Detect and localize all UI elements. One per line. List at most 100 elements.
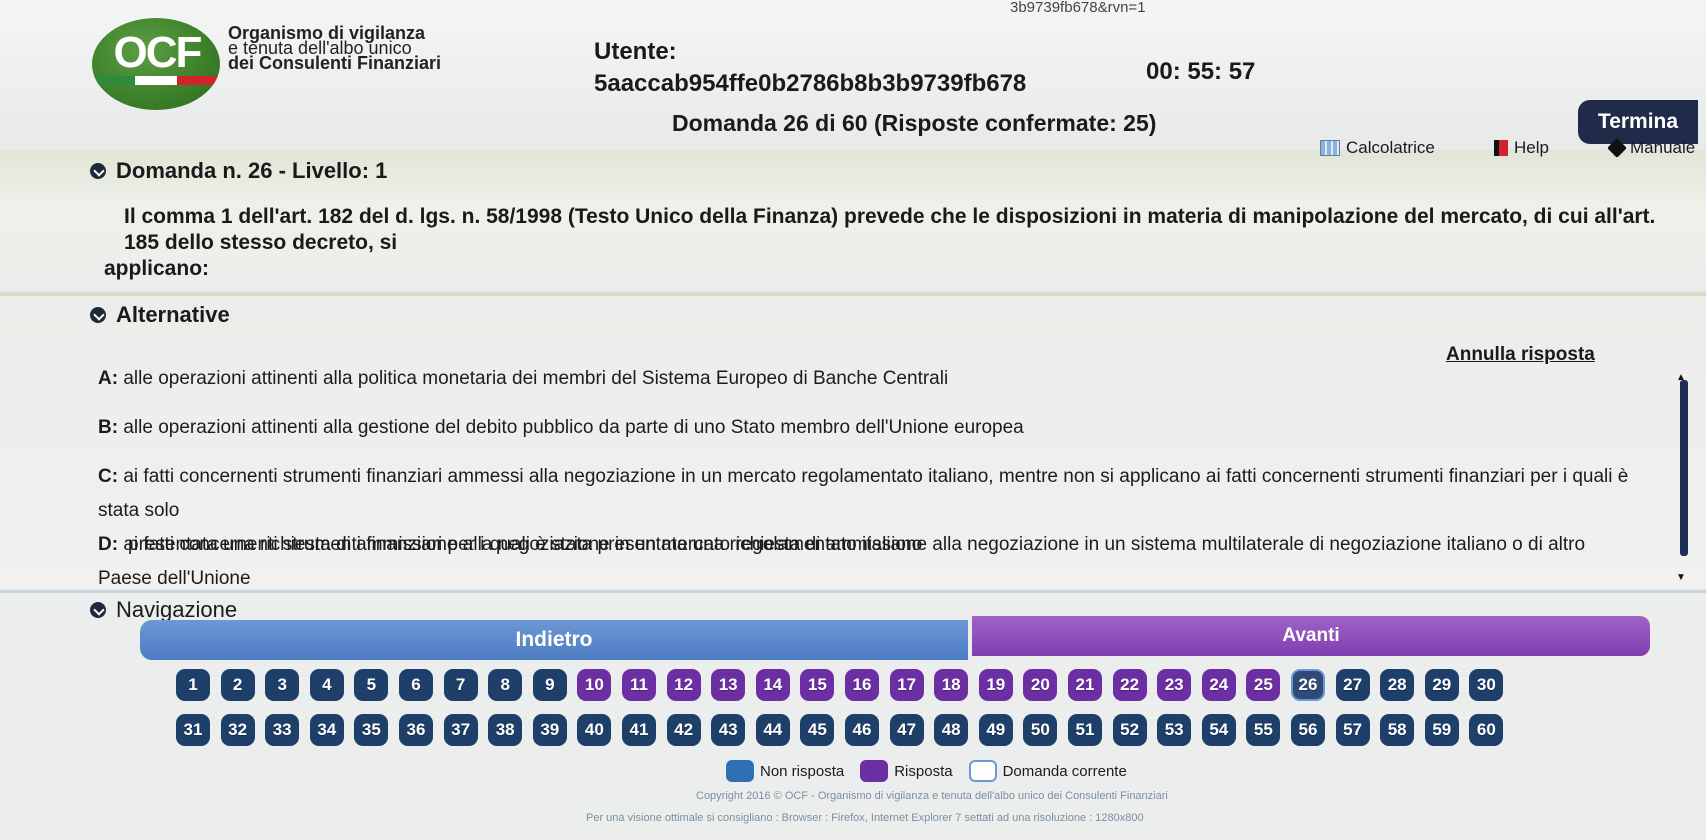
question-button-36[interactable]: 36 [399,714,433,746]
question-button-57[interactable]: 57 [1335,714,1370,746]
help-icon [1494,140,1508,156]
question-button-18[interactable]: 18 [934,669,969,701]
question-button-15[interactable]: 15 [800,669,835,701]
calculator-icon [1320,140,1340,156]
copyright: Copyright 2016 © OCF - Organismo di vigi… [696,790,1168,802]
question-button-20[interactable]: 20 [1023,669,1058,701]
help-label: Help [1514,138,1549,157]
question-button-31[interactable]: 31 [176,714,210,746]
question-button-3[interactable]: 3 [265,669,300,701]
user-label: Utente: [594,38,677,65]
calculator-button[interactable]: Calcolatrice [1320,138,1435,158]
question-button-5[interactable]: 5 [354,669,389,701]
answer-text: ai fatti concernenti strumenti finanziar… [98,466,1629,521]
question-button-22[interactable]: 22 [1112,669,1147,701]
legend-label: Non risposta [760,762,845,780]
manual-button[interactable]: Manuale [1607,138,1696,158]
question-button-21[interactable]: 21 [1068,669,1102,701]
question-button-8[interactable]: 8 [488,669,523,701]
back-button[interactable]: Indietro [140,620,968,660]
legend: Non risposta Risposta Domanda corrente [726,760,1137,782]
question-button-32[interactable]: 32 [220,714,255,746]
answer-letter: B: [98,417,119,438]
question-button-49[interactable]: 49 [978,714,1013,746]
answer-option-b[interactable]: B: alle operazioni attinenti alla gestio… [98,411,1638,445]
question-button-16[interactable]: 16 [845,669,879,701]
question-button-10[interactable]: 10 [577,669,612,701]
legend-label: Domanda corrente [1002,762,1127,780]
question-button-50[interactable]: 50 [1023,714,1058,746]
question-button-51[interactable]: 51 [1068,714,1102,746]
collapse-icon [90,602,106,618]
question-button-14[interactable]: 14 [755,669,790,701]
question-button-58[interactable]: 58 [1380,714,1415,746]
scrollbar-thumb[interactable] [1680,380,1688,556]
question-button-19[interactable]: 19 [978,669,1013,701]
org-line-3: dei Consulenti Finanziari [228,53,442,73]
next-button[interactable]: Avanti [972,616,1650,656]
question-button-46[interactable]: 46 [845,714,879,746]
question-section-title[interactable]: Domanda n. 26 - Livello: 1 [90,158,387,184]
question-button-38[interactable]: 38 [488,714,523,746]
question-button-59[interactable]: 59 [1424,714,1459,746]
user-id: 5aaccab954ffe0b2786b8b3b9739fb678 [594,70,1027,97]
answer-option-a[interactable]: A: alle operazioni attinenti alla politi… [98,362,1638,396]
answer-text: ai fatti concernenti strumenti finanziar… [98,534,1586,589]
question-button-39[interactable]: 39 [532,714,567,746]
question-button-17[interactable]: 17 [889,669,924,701]
question-button-2[interactable]: 2 [220,669,255,701]
collapse-icon [90,307,106,323]
question-button-4[interactable]: 4 [309,669,344,701]
question-button-23[interactable]: 23 [1157,669,1192,701]
question-button-34[interactable]: 34 [309,714,344,746]
question-button-24[interactable]: 24 [1201,669,1236,701]
question-button-60[interactable]: 60 [1469,714,1504,746]
answer-text: alle operazioni attinenti alla gestione … [123,417,1024,438]
question-button-47[interactable]: 47 [889,714,924,746]
logo-text: OCF [113,28,203,77]
question-button-9[interactable]: 9 [532,669,567,701]
question-button-33[interactable]: 33 [265,714,300,746]
question-button-40[interactable]: 40 [577,714,612,746]
help-button[interactable]: Help [1494,138,1549,158]
question-button-41[interactable]: 41 [622,714,656,746]
calculator-label: Calcolatrice [1346,138,1435,157]
question-button-7[interactable]: 7 [443,669,478,701]
question-button-11[interactable]: 11 [622,669,656,701]
question-button-28[interactable]: 28 [1380,669,1415,701]
question-button-30[interactable]: 30 [1469,669,1504,701]
question-button-1[interactable]: 1 [176,669,210,701]
question-button-52[interactable]: 52 [1112,714,1147,746]
question-button-25[interactable]: 25 [1246,669,1281,701]
question-button-42[interactable]: 42 [666,714,701,746]
legend-current: Domanda corrente [968,760,1127,782]
question-button-54[interactable]: 54 [1201,714,1236,746]
question-button-37[interactable]: 37 [443,714,478,746]
legend-swatch-unanswered [726,760,754,782]
question-button-26[interactable]: 26 [1291,669,1325,701]
question-button-48[interactable]: 48 [934,714,969,746]
question-button-6[interactable]: 6 [399,669,433,701]
question-button-12[interactable]: 12 [666,669,701,701]
question-text-line-1: Il comma 1 dell'art. 182 del d. lgs. n. … [124,205,1656,254]
ocf-logo: OCF [92,18,220,110]
header: OCF Organismo di vigilanza e tenuta dell… [0,16,1706,150]
answer-letter: D: [98,534,119,555]
question-button-53[interactable]: 53 [1157,714,1192,746]
question-button-55[interactable]: 55 [1246,714,1281,746]
question-button-27[interactable]: 27 [1335,669,1370,701]
question-button-43[interactable]: 43 [711,714,746,746]
question-button-45[interactable]: 45 [800,714,835,746]
alternatives-title-text: Alternative [116,302,230,327]
answer-text: alle operazioni attinenti alla politica … [123,368,949,389]
question-button-13[interactable]: 13 [711,669,746,701]
manual-label: Manuale [1630,138,1696,157]
question-button-35[interactable]: 35 [354,714,389,746]
question-button-56[interactable]: 56 [1291,714,1325,746]
question-button-44[interactable]: 44 [755,714,790,746]
question-title-text: Domanda n. 26 - Livello: 1 [116,158,388,183]
scroll-down-arrow-icon[interactable]: ▼ [1676,572,1686,583]
question-button-29[interactable]: 29 [1424,669,1459,701]
alternatives-section-title[interactable]: Alternative [90,302,230,328]
question-text: Il comma 1 dell'art. 182 del d. lgs. n. … [104,204,1694,282]
